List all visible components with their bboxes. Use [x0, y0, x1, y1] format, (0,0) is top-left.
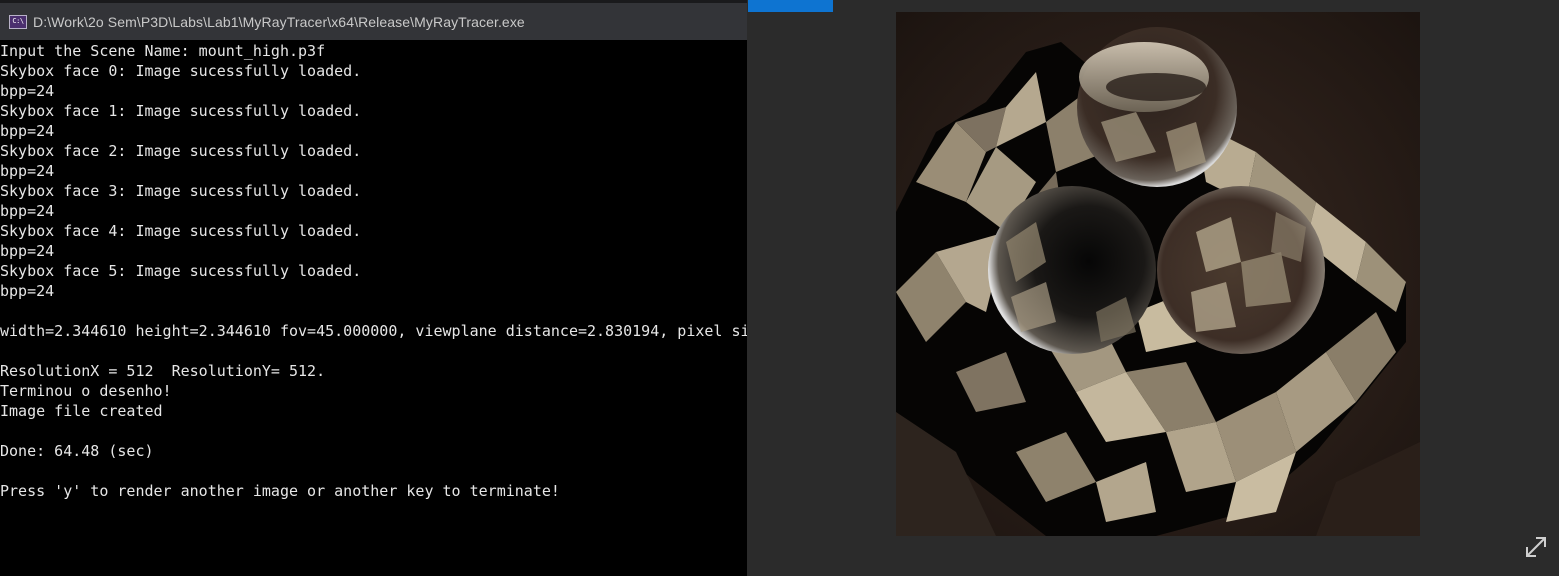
- accent-tab[interactable]: [748, 0, 833, 12]
- console-line: Skybox face 3: Image sucessfully loaded.: [0, 182, 362, 200]
- window-title: D:\Work\2o Sem\P3D\Labs\Lab1\MyRayTracer…: [33, 13, 525, 30]
- expand-icon[interactable]: [1523, 534, 1549, 560]
- console-line: bpp=24: [0, 162, 55, 180]
- console-line: bpp=24: [0, 202, 55, 220]
- console-line: Press 'y' to render another image or ano…: [0, 482, 560, 500]
- console-line: width=2.344610 height=2.344610 fov=45.00…: [0, 322, 747, 340]
- console-window[interactable]: C:\ D:\Work\2o Sem\P3D\Labs\Lab1\MyRayTr…: [0, 0, 747, 576]
- sphere-right: [1157, 186, 1325, 354]
- console-line: bpp=24: [0, 242, 55, 260]
- console-line: bpp=24: [0, 122, 55, 140]
- console-line: Image file created: [0, 402, 163, 420]
- console-titlebar[interactable]: C:\ D:\Work\2o Sem\P3D\Labs\Lab1\MyRayTr…: [0, 0, 747, 40]
- console-line: bpp=24: [0, 282, 55, 300]
- ray-traced-render: [896, 12, 1420, 536]
- console-line: Skybox face 5: Image sucessfully loaded.: [0, 262, 362, 280]
- console-line: Skybox face 0: Image sucessfully loaded.: [0, 62, 362, 80]
- console-line: Skybox face 4: Image sucessfully loaded.: [0, 222, 362, 240]
- console-line: Input the Scene Name: mount_high.p3f: [0, 42, 326, 60]
- console-line: bpp=24: [0, 82, 55, 100]
- console-line: ResolutionX = 512 ResolutionY= 512.: [0, 362, 326, 380]
- console-app-icon[interactable]: C:\: [9, 14, 27, 29]
- console-output[interactable]: Input the Scene Name: mount_high.p3f Skyb…: [0, 41, 747, 576]
- console-line: Skybox face 1: Image sucessfully loaded.: [0, 102, 362, 120]
- console-line: Terminou o desenho!: [0, 382, 172, 400]
- screen: C:\ D:\Work\2o Sem\P3D\Labs\Lab1\MyRayTr…: [0, 0, 1559, 576]
- console-line: Skybox face 2: Image sucessfully loaded.: [0, 142, 362, 160]
- console-app-icon-glyph: C:\: [12, 17, 24, 25]
- console-line: Done: 64.48 (sec): [0, 442, 154, 460]
